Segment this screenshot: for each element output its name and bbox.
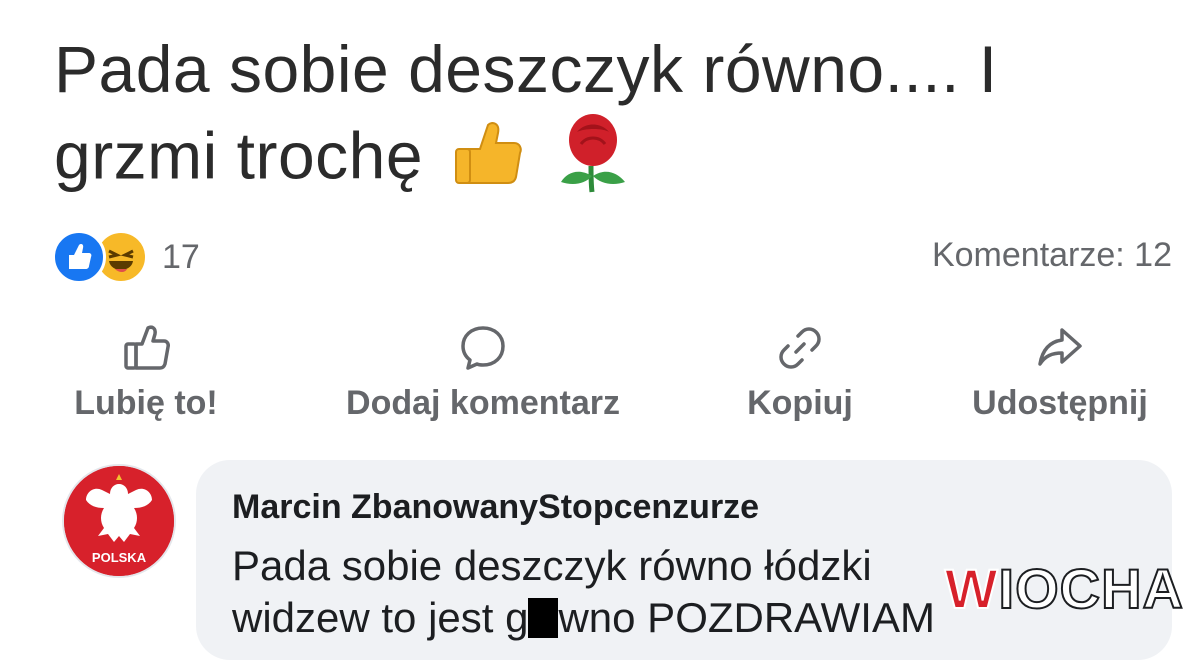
redaction-block: [528, 598, 559, 638]
avatar-label: POLSKA: [91, 550, 147, 565]
copy-label: Kopiuj: [747, 384, 853, 422]
watermark-rest: IOCHA: [998, 556, 1184, 621]
watermark-w: W: [944, 556, 999, 621]
post-line-1: Pada sobie deszczyk równo.... I: [54, 32, 998, 106]
rose-icon: [551, 110, 635, 212]
like-icon: [52, 230, 106, 284]
thumbs-up-icon: [450, 115, 524, 207]
like-button-label: Lubię to!: [74, 384, 218, 422]
share-label: Udostępnij: [972, 384, 1148, 422]
share-button[interactable]: Udostępnij: [960, 322, 1160, 423]
reactions-summary[interactable]: 17: [52, 230, 200, 284]
post-line-2-text: grzmi trochę: [54, 118, 424, 193]
like-button[interactable]: Lubię to!: [70, 322, 222, 423]
thumbs-up-outline-icon: [120, 322, 172, 374]
add-comment-button[interactable]: Dodaj komentarz: [330, 322, 636, 423]
watermark-logo: W IOCHA: [944, 556, 1184, 621]
comment-line-2-start: widzew to jest g: [232, 594, 529, 641]
add-comment-label: Dodaj komentarz: [346, 384, 620, 422]
comment-line-2-end: wno POZDRAWIAM: [558, 594, 935, 641]
post-action-bar: Lubię to! Dodaj komentarz Kopiuj Udostęp…: [0, 322, 1200, 432]
comments-count[interactable]: Komentarze: 12: [932, 236, 1172, 275]
post-line-2: grzmi trochę: [54, 110, 1154, 212]
post-text: Pada sobie deszczyk równo.... I grzmi tr…: [54, 28, 1154, 212]
comment-author[interactable]: Marcin ZbanowanyStopcenzurze: [232, 488, 759, 527]
share-arrow-icon: [1034, 322, 1086, 374]
reactions-count: 17: [162, 237, 200, 276]
copy-button[interactable]: Kopiuj: [740, 322, 860, 423]
link-icon: [774, 322, 826, 374]
speech-bubble-icon: [457, 322, 509, 374]
avatar[interactable]: POLSKA: [62, 464, 176, 578]
